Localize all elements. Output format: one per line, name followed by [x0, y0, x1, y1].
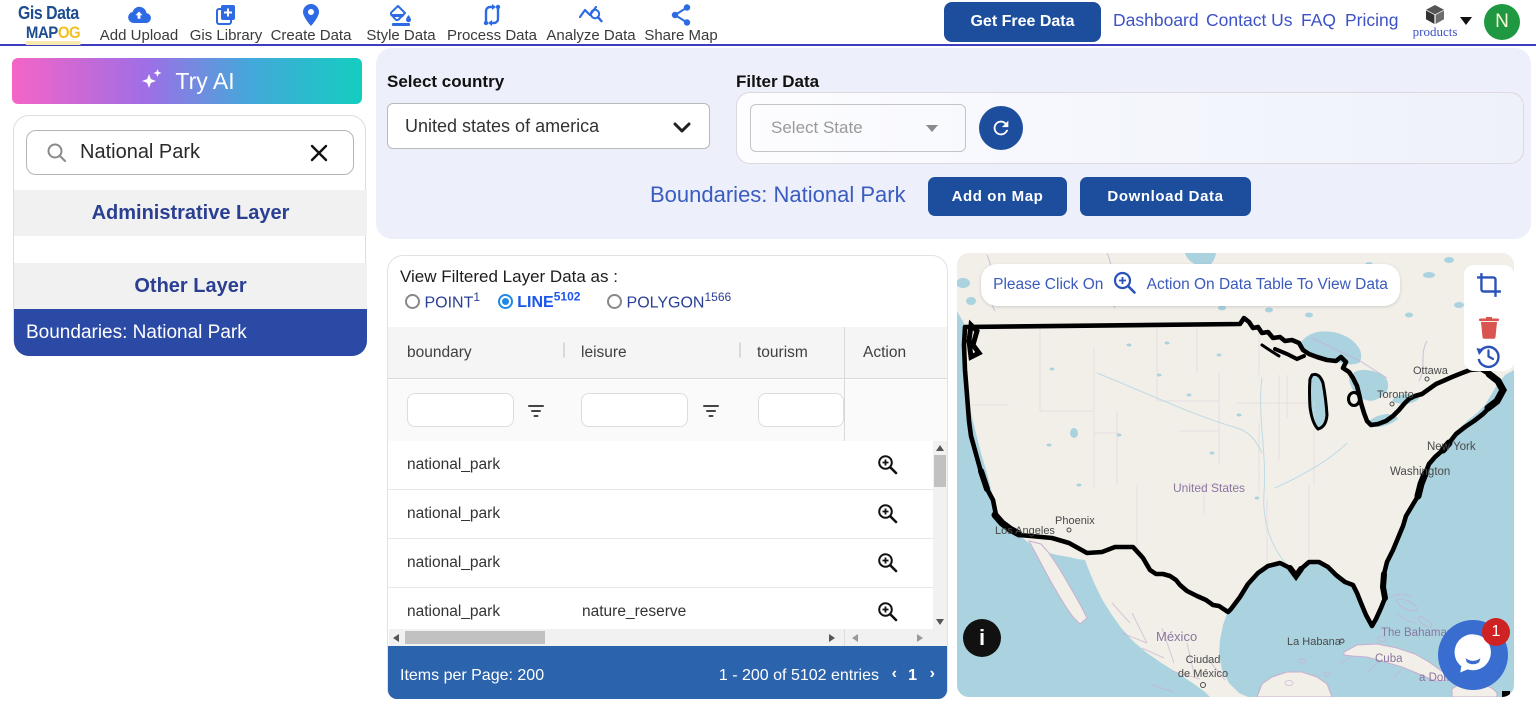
svg-text:de México: de México — [1178, 668, 1228, 680]
svg-text:United States: United States — [1173, 481, 1245, 495]
svg-text:Ottawa: Ottawa — [1413, 365, 1449, 377]
svg-text:Ciudad: Ciudad — [1186, 654, 1221, 666]
svg-text:Toronto: Toronto — [1377, 389, 1414, 401]
svg-text:La Habana: La Habana — [1287, 636, 1342, 648]
svg-text:New York: New York — [1427, 441, 1476, 453]
svg-text:Phoenix: Phoenix — [1055, 515, 1095, 527]
svg-text:Washington: Washington — [1390, 466, 1450, 478]
svg-text:Los Angeles: Los Angeles — [995, 525, 1055, 537]
svg-text:México: México — [1156, 629, 1197, 644]
svg-text:Cuba: Cuba — [1375, 653, 1403, 665]
